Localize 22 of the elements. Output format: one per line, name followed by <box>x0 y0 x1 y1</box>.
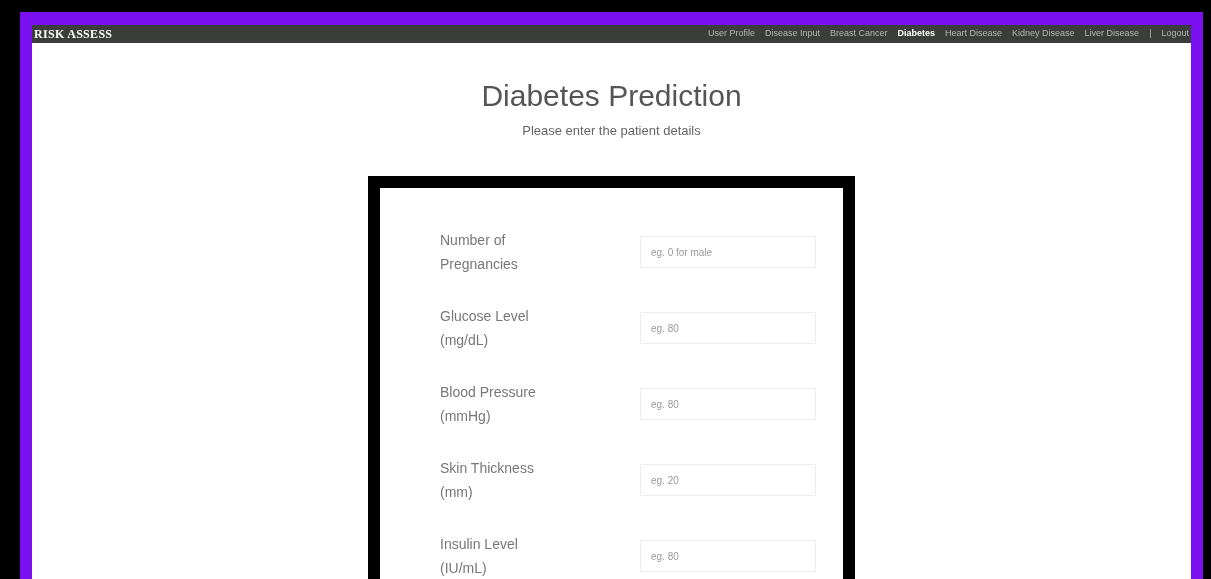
input-field[interactable]: eg. 80 <box>640 312 816 344</box>
nav-link[interactable]: Heart Disease <box>945 27 1003 41</box>
input-field[interactable]: eg. 0 for male <box>640 236 816 268</box>
nav-link[interactable]: Disease Input <box>764 27 820 41</box>
nav-link[interactable]: Breast Cancer <box>829 27 888 41</box>
nav-link[interactable]: User Profile <box>707 27 755 41</box>
page-subtitle: Please enter the patient details <box>522 121 701 140</box>
field-label: Number of Pregnancies <box>440 231 519 274</box>
input-field[interactable]: eg. 20 <box>640 464 816 496</box>
nav-link[interactable]: Kidney Disease <box>1012 27 1075 41</box>
nav-link[interactable]: Logout <box>1161 27 1189 41</box>
field-label: Glucose Level (mg/dL) <box>440 307 530 350</box>
input-field[interactable]: eg. 80 <box>640 540 816 572</box>
input-field[interactable]: eg. 80 <box>640 388 816 420</box>
brand-logo[interactable]: RISK ASSESS <box>34 25 113 43</box>
nav-link[interactable]: Liver Disease <box>1084 27 1140 41</box>
page-title: Diabetes Prediction <box>481 78 742 114</box>
field-label: Blood Pressure (mmHg) <box>440 383 537 426</box>
nav-link[interactable]: Diabetes <box>897 27 935 41</box>
field-label: Insulin Level (IU/mL) <box>440 535 519 578</box>
field-label: Skin Thickness (mm) <box>440 459 535 502</box>
nav-separator: | <box>1149 27 1152 41</box>
